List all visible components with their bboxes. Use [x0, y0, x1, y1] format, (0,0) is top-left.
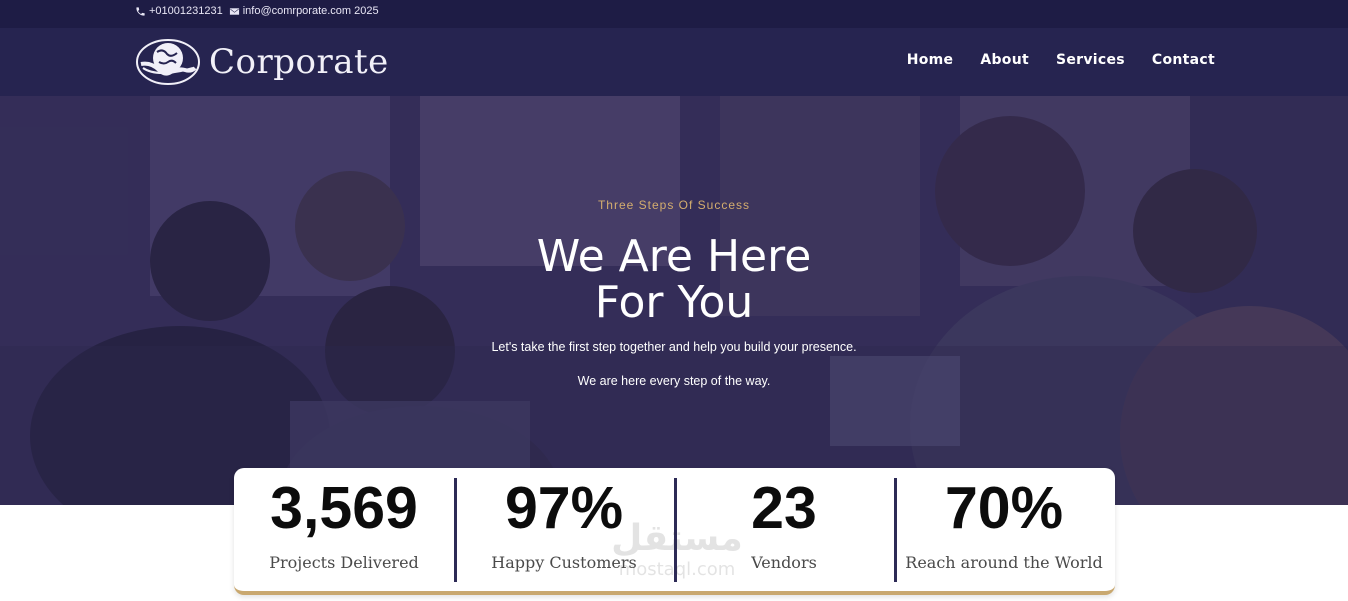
- phone-icon: [136, 6, 145, 16]
- stat-label: Projects Delivered: [269, 553, 419, 572]
- envelope-icon: [229, 7, 239, 15]
- stat-projects: 3,569 Projects Delivered: [234, 468, 454, 591]
- hero-title-line-2: For You: [594, 277, 754, 328]
- main-navbar: Corporate Home About Services Contact: [0, 28, 1348, 96]
- stat-label: Happy Customers: [491, 553, 637, 572]
- brand-name: Corporate: [209, 42, 389, 82]
- primary-nav: Home About Services Contact: [907, 52, 1215, 68]
- nav-about[interactable]: About: [980, 52, 1029, 68]
- hero-subtitle-1: Let's take the first step together and h…: [491, 340, 857, 354]
- stat-value: 97%: [504, 475, 624, 541]
- stat-value: 3,569: [270, 475, 418, 541]
- stats-card: 3,569 Projects Delivered 97% Happy Custo…: [234, 468, 1115, 595]
- top-contact-bar: +01001231231 info@comrporate.com 2025: [0, 0, 1348, 28]
- contact-info: +01001231231 info@comrporate.com 2025: [135, 5, 379, 17]
- stat-value: 70%: [944, 475, 1064, 541]
- email-address: info@comrporate.com 2025: [242, 5, 379, 17]
- brand-logo[interactable]: Corporate: [135, 38, 389, 86]
- hero-kicker: Three Steps Of Success: [597, 198, 751, 212]
- hero-title-line-1: We Are Here: [536, 231, 812, 282]
- stat-customers: 97% Happy Customers: [454, 468, 674, 591]
- stat-vendors: 23 Vendors: [674, 468, 894, 591]
- hero-section: Three Steps Of Success We Are Here For Y…: [0, 96, 1348, 505]
- nav-services[interactable]: Services: [1056, 52, 1125, 68]
- hero-title: We Are Here For You: [0, 234, 1348, 326]
- stat-value: 23: [751, 475, 817, 541]
- stat-label: Vendors: [751, 553, 817, 572]
- phone-item[interactable]: +01001231231: [135, 5, 223, 17]
- stat-label: Reach around the World: [905, 553, 1103, 572]
- hero-subtitle-2: We are here every step of the way.: [577, 374, 771, 388]
- email-item[interactable]: info@comrporate.com 2025: [229, 5, 379, 17]
- globe-handshake-icon: [136, 39, 200, 85]
- stat-reach: 70% Reach around the World: [894, 468, 1114, 591]
- phone-number: +01001231231: [149, 5, 223, 17]
- nav-contact[interactable]: Contact: [1152, 52, 1215, 68]
- nav-home[interactable]: Home: [907, 52, 954, 68]
